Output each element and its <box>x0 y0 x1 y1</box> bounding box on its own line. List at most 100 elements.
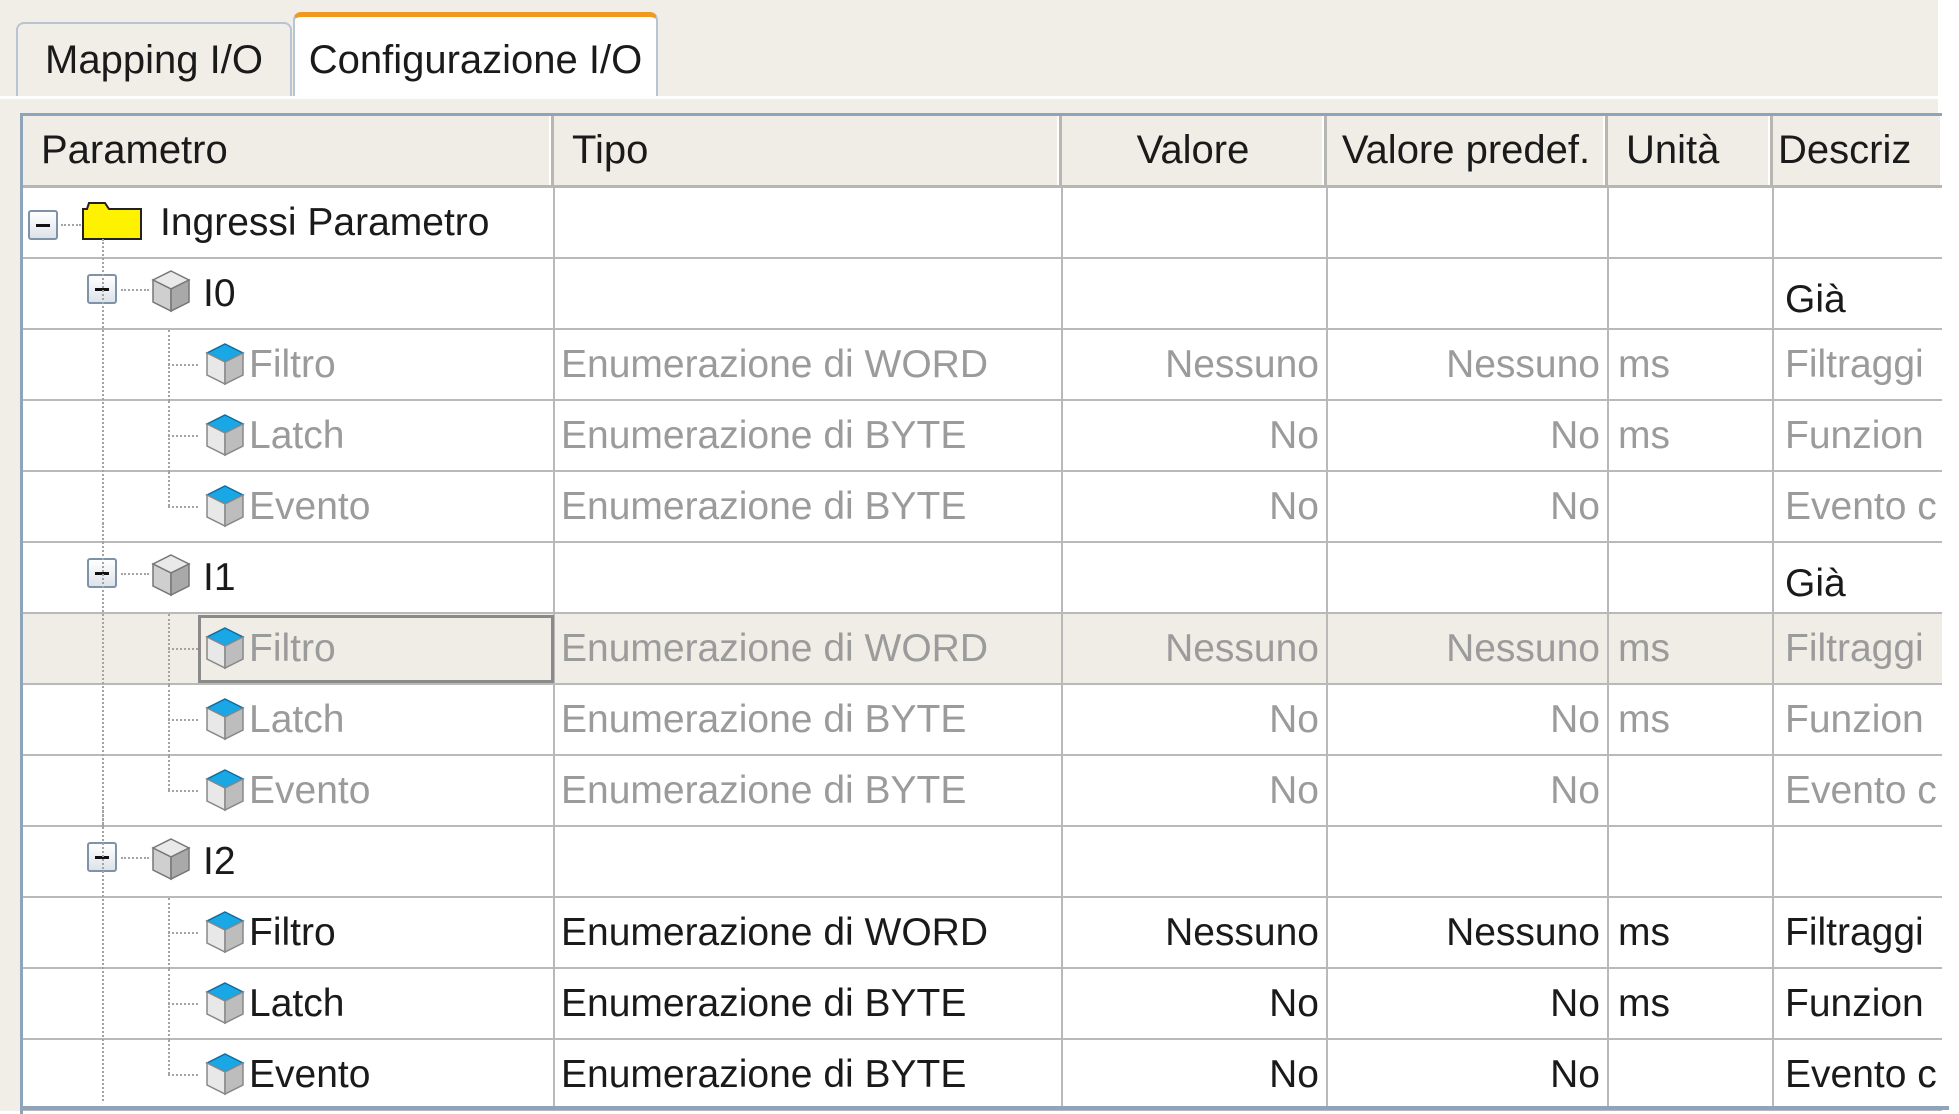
tab-divider <box>0 96 1938 99</box>
column-header-descrizione[interactable]: Descriz <box>1773 116 1942 188</box>
tree-connector <box>121 857 149 859</box>
description-cell: Già <box>1785 277 1846 321</box>
tree-row-group[interactable]: I0 Già <box>23 259 1942 330</box>
column-header-unita[interactable]: Unità <box>1608 116 1773 188</box>
column-divider <box>1772 188 1774 259</box>
column-divider <box>553 188 555 259</box>
tree-node-label: Ingressi Parametro <box>160 200 490 244</box>
tree-connector <box>121 289 149 291</box>
selection-focus-box <box>198 615 554 683</box>
parameter-name: Filtro <box>249 342 336 386</box>
column-divider <box>1607 543 1609 614</box>
column-divider <box>1326 543 1328 614</box>
column-divider <box>1326 827 1328 898</box>
tree-row-group[interactable]: I1 Già <box>23 543 1942 614</box>
column-divider <box>553 259 555 330</box>
column-header-parametro[interactable]: Parametro <box>23 116 554 188</box>
tree-row-parameter[interactable]: Evento Enumerazione di BYTE No No Evento c <box>23 472 1942 543</box>
parameter-default-value: No <box>1550 413 1600 457</box>
tree-connector <box>168 932 198 934</box>
parameter-unit <box>1608 472 1773 541</box>
tree-connector <box>168 756 170 790</box>
parameter-value: No <box>1269 1052 1319 1096</box>
column-divider <box>1607 827 1609 898</box>
column-divider <box>1061 543 1063 614</box>
column-header-label: Valore predef. <box>1341 128 1591 172</box>
tree-row-root[interactable]: Ingressi Parametro <box>23 188 1942 259</box>
parameter-value: No <box>1269 768 1319 812</box>
parameter-default-value: No <box>1550 1052 1600 1096</box>
tree-connector <box>121 573 149 575</box>
tree-node-label: I1 <box>203 555 236 599</box>
column-header-valore-predef[interactable]: Valore predef. <box>1327 116 1608 188</box>
tree-connector <box>168 506 198 508</box>
tree-connector <box>168 648 198 650</box>
parameter-name: Latch <box>249 697 345 741</box>
parameter-default-value: Nessuno <box>1446 342 1600 386</box>
tab-label: Configurazione I/O <box>308 38 643 82</box>
parameter-value: No <box>1269 697 1319 741</box>
parameter-unit: ms <box>1618 626 1670 670</box>
parameter-description: Filtraggi <box>1785 626 1924 670</box>
parameter-type: Enumerazione di BYTE <box>561 981 967 1025</box>
parameter-grid: Parametro Tipo Valore Valore predef. Uni… <box>20 113 1942 1114</box>
tree-row-parameter[interactable]: Latch Enumerazione di BYTE No No ms Funzion <box>23 685 1942 756</box>
tree-row-parameter[interactable]: Evento Enumerazione di BYTE No No Evento c <box>23 1040 1942 1111</box>
parameter-name: Evento <box>249 768 371 812</box>
tab-configurazione-io[interactable]: Configurazione I/O <box>293 12 658 98</box>
parameter-description: Filtraggi <box>1785 342 1924 386</box>
description-cell: Già <box>1785 561 1846 605</box>
column-header-label: Tipo <box>572 128 649 172</box>
tree-row-group[interactable]: I2 <box>23 827 1942 898</box>
tree-connector <box>168 1074 198 1076</box>
column-divider <box>1326 188 1328 259</box>
column-divider <box>1061 188 1063 259</box>
tree-row-parameter[interactable]: Filtro Enumerazione di WORD Nessuno Nessuno… <box>23 898 1942 969</box>
column-header-tipo[interactable]: Tipo <box>554 116 1062 188</box>
parameter-value: Nessuno <box>1165 910 1319 954</box>
tree-connector <box>102 807 104 1101</box>
parameter-type: Enumerazione di BYTE <box>561 1052 967 1096</box>
parameter-default-value: No <box>1550 697 1600 741</box>
parameter-icon <box>205 768 245 817</box>
tree-row-parameter[interactable]: Latch Enumerazione di BYTE No No ms Funzion <box>23 401 1942 472</box>
parameter-name: Evento <box>249 484 371 528</box>
tab-mapping-io[interactable]: Mapping I/O <box>16 22 292 96</box>
tree-connector <box>168 364 198 366</box>
parameter-unit: ms <box>1618 413 1670 457</box>
parameter-value: No <box>1269 484 1319 528</box>
column-header-label: Parametro <box>41 128 228 172</box>
parameter-value: Nessuno <box>1165 626 1319 670</box>
parameter-default-value: No <box>1550 981 1600 1025</box>
tree-row-parameter[interactable]: Filtro Enumerazione di WORD Nessuno Nessuno… <box>23 614 1942 685</box>
module-icon <box>151 553 191 602</box>
parameter-icon <box>205 910 245 959</box>
parameter-description: Funzion <box>1785 697 1924 741</box>
tree-row-parameter[interactable]: Filtro Enumerazione di WORD Nessuno Nessuno… <box>23 330 1942 401</box>
tree-row-parameter[interactable]: Latch Enumerazione di BYTE No No ms Funzion <box>23 969 1942 1040</box>
column-divider <box>1607 188 1609 259</box>
parameter-type: Enumerazione di BYTE <box>561 413 967 457</box>
tree-connector <box>102 523 104 827</box>
collapse-toggle-icon[interactable] <box>28 210 58 240</box>
parameter-default-value: No <box>1550 484 1600 528</box>
tree-connector <box>168 790 198 792</box>
column-header-valore[interactable]: Valore <box>1062 116 1327 188</box>
column-divider <box>553 543 555 614</box>
parameter-default-value: Nessuno <box>1446 626 1600 670</box>
grid-bottom-border <box>20 1106 1949 1110</box>
column-header-label: Unità <box>1626 128 1720 172</box>
parameter-name: Latch <box>249 413 345 457</box>
parameter-icon <box>205 484 245 533</box>
parameter-unit: ms <box>1618 910 1670 954</box>
module-icon <box>151 837 191 886</box>
tree-row-parameter[interactable]: Evento Enumerazione di BYTE No No Evento c <box>23 756 1942 827</box>
parameter-default-value: Nessuno <box>1446 910 1600 954</box>
tree-node-label: I2 <box>203 839 236 883</box>
parameter-type: Enumerazione di WORD <box>561 342 988 386</box>
parameter-icon <box>205 981 245 1030</box>
parameter-icon <box>205 697 245 746</box>
module-icon <box>151 269 191 318</box>
parameter-unit <box>1608 756 1773 825</box>
parameter-type: Enumerazione di BYTE <box>561 768 967 812</box>
